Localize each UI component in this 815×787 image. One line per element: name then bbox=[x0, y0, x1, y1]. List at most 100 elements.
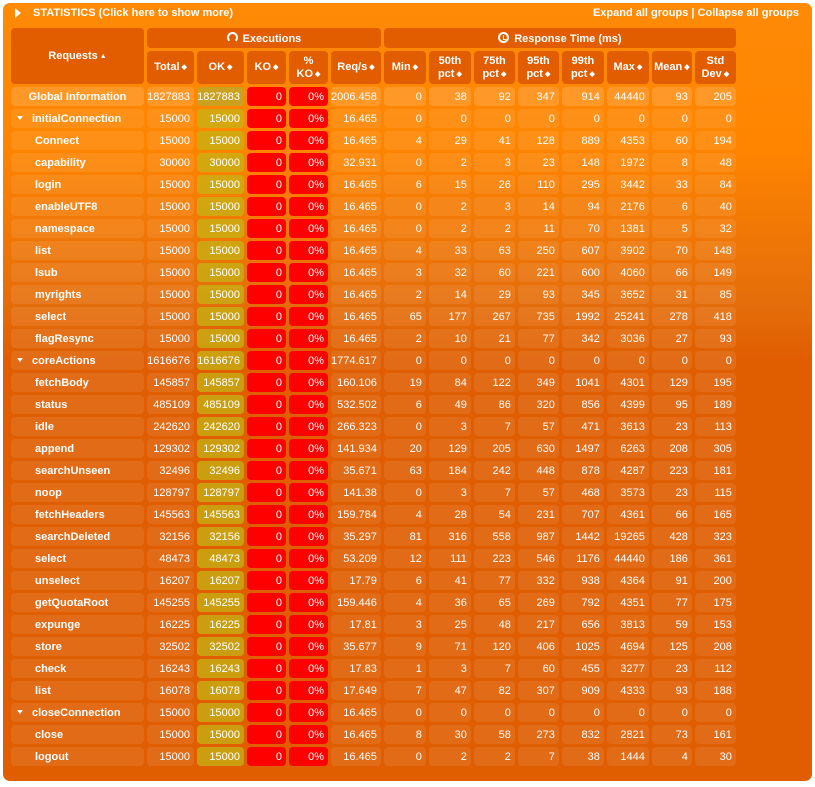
max-cell: 1972 bbox=[606, 153, 649, 172]
request-name-cell[interactable]: select bbox=[11, 307, 144, 326]
request-name-cell[interactable]: append bbox=[11, 439, 144, 458]
request-name-cell[interactable]: namespace bbox=[11, 219, 144, 238]
table-row[interactable]: select 48473 48473 0 0% 53.209 12 111 223 546 1176… bbox=[11, 549, 736, 568]
request-name-cell[interactable]: lsub bbox=[11, 263, 144, 282]
request-name-cell[interactable]: initialConnection bbox=[11, 109, 144, 128]
mean-cell: 5 bbox=[651, 219, 692, 238]
table-row[interactable]: noop 128797 128797 0 0% 141.38 0 3 7 57 468 3573 23 1… bbox=[11, 483, 736, 502]
table-row[interactable]: status 485109 485109 0 0% 532.502 6 49 86 320 856 4… bbox=[11, 395, 736, 414]
request-name-cell[interactable]: coreActions bbox=[11, 351, 144, 370]
collapse-all-groups-link[interactable]: Collapse all groups bbox=[698, 7, 799, 19]
request-name-cell[interactable]: expunge bbox=[11, 615, 144, 634]
request-name: Global Information bbox=[28, 90, 127, 103]
p50-cell: 3 bbox=[428, 659, 471, 678]
request-name-cell[interactable]: logout bbox=[11, 747, 144, 766]
ok-cell: 32496 bbox=[197, 461, 244, 480]
table-row[interactable]: expunge 16225 16225 0 0% 17.81 3 25 48 217 656 3813… bbox=[11, 615, 736, 634]
request-name-cell[interactable]: login bbox=[11, 175, 144, 194]
column-header-requests[interactable]: Requests ▲ bbox=[11, 28, 144, 84]
request-name-cell[interactable]: searchDeleted bbox=[11, 527, 144, 546]
p99-cell: 909 bbox=[561, 681, 604, 700]
request-name-cell[interactable]: closeConnection bbox=[11, 703, 144, 722]
table-row[interactable]: lsub 15000 15000 0 0% 16.465 3 32 60 221 600 4060 66… bbox=[11, 263, 736, 282]
table-row[interactable]: Connect 15000 15000 0 0% 16.465 4 29 41 128 889 435… bbox=[11, 131, 736, 150]
collapse-caret-icon[interactable] bbox=[17, 709, 23, 714]
table-row[interactable]: fetchBody 145857 145857 0 0% 160.106 19 84 122 34… bbox=[11, 373, 736, 392]
table-row[interactable]: fetchHeaders 145563 145563 0 0% 159.784 4 28 54 2… bbox=[11, 505, 736, 524]
collapse-caret-icon[interactable] bbox=[17, 357, 23, 362]
statistics-toggle[interactable]: STATISTICS (Click here to show more) bbox=[15, 7, 233, 19]
request-name-cell[interactable]: getQuotaRoot bbox=[11, 593, 144, 612]
table-row[interactable]: searchDeleted 32156 32156 0 0% 35.297 81 316 558… bbox=[11, 527, 736, 546]
table-row[interactable]: capability 30000 30000 0 0% 32.931 0 2 3 23 148 197… bbox=[11, 153, 736, 172]
column-header-reqs[interactable]: Req/s ◆ bbox=[331, 51, 381, 84]
request-name-cell[interactable]: list bbox=[11, 241, 144, 260]
table-row[interactable]: namespace 15000 15000 0 0% 16.465 0 2 2 11 70 1381 5… bbox=[11, 219, 736, 238]
table-row[interactable]: check 16243 16243 0 0% 17.83 1 3 7 60 455 3277 23 112 bbox=[11, 659, 736, 678]
table-row[interactable]: searchUnseen 32496 32496 0 0% 35.671 63 184 242 4… bbox=[11, 461, 736, 480]
table-row[interactable]: enableUTF8 15000 15000 0 0% 16.465 0 2 3 14 94 2176… bbox=[11, 197, 736, 216]
pct-ko-cell: 0% bbox=[289, 571, 328, 590]
column-header-total[interactable]: Total ◆ bbox=[147, 51, 194, 84]
request-name-cell[interactable]: searchUnseen bbox=[11, 461, 144, 480]
p50-cell: 177 bbox=[428, 307, 471, 326]
column-header-p99[interactable]: 99th pct ◆ bbox=[561, 51, 604, 84]
request-name-cell[interactable]: enableUTF8 bbox=[11, 197, 144, 216]
request-name-cell[interactable]: flagResync bbox=[11, 329, 144, 348]
table-row[interactable]: list 16078 16078 0 0% 17.649 7 47 82 307 909 4333 93… bbox=[11, 681, 736, 700]
std-cell: 93 bbox=[694, 329, 736, 348]
request-name-cell[interactable]: check bbox=[11, 659, 144, 678]
column-header-p75[interactable]: 75th pct ◆ bbox=[473, 51, 515, 84]
column-header-max[interactable]: Max ◆ bbox=[606, 51, 649, 84]
column-header-ok[interactable]: OK ◆ bbox=[197, 51, 244, 84]
column-header-std-dev[interactable]: Std Dev ◆ bbox=[694, 51, 736, 84]
request-name-cell[interactable]: myrights bbox=[11, 285, 144, 304]
table-row[interactable]: getQuotaRoot 145255 145255 0 0% 159.446 4 36 65 2… bbox=[11, 593, 736, 612]
request-name: idle bbox=[35, 420, 54, 433]
table-row[interactable]: select 15000 15000 0 0% 16.465 65 177 267 735 1992… bbox=[11, 307, 736, 326]
request-name-cell[interactable]: close bbox=[11, 725, 144, 744]
group-row[interactable]: closeConnection 15000 15000 0 0% 16.465 0 0 0 0 0 0… bbox=[11, 703, 736, 722]
table-row[interactable]: login 15000 15000 0 0% 16.465 6 15 26 110 295 3442 3… bbox=[11, 175, 736, 194]
table-row[interactable]: store 32502 32502 0 0% 35.677 9 71 120 406 1025 469… bbox=[11, 637, 736, 656]
table-row[interactable]: unselect 16207 16207 0 0% 17.79 6 41 77 332 938 436… bbox=[11, 571, 736, 590]
request-name-cell[interactable]: status bbox=[11, 395, 144, 414]
rps-cell: 17.649 bbox=[331, 681, 381, 700]
column-header-ko[interactable]: KO ◆ bbox=[247, 51, 286, 84]
pct-ko-cell: 0% bbox=[289, 637, 328, 656]
group-row[interactable]: coreActions 1616676 1616676 0 0% 1774.617 0 0 0 0… bbox=[11, 351, 736, 370]
request-name-cell[interactable]: noop bbox=[11, 483, 144, 502]
min-cell: 3 bbox=[383, 615, 426, 634]
p99-cell: 889 bbox=[561, 131, 604, 150]
table-row[interactable]: close 15000 15000 0 0% 16.465 8 30 58 273 832 2821 7… bbox=[11, 725, 736, 744]
table-row[interactable]: logout 15000 15000 0 0% 16.465 0 2 2 7 38 1444 4 30 bbox=[11, 747, 736, 766]
column-header-pct-ko[interactable]: % KO ◆ bbox=[289, 51, 328, 84]
sort-icon: ◆ bbox=[369, 64, 375, 71]
request-name-cell[interactable]: fetchBody bbox=[11, 373, 144, 392]
request-name-cell[interactable]: store bbox=[11, 637, 144, 656]
request-name-cell[interactable]: list bbox=[11, 681, 144, 700]
request-name-cell[interactable]: select bbox=[11, 549, 144, 568]
request-name-cell[interactable]: capability bbox=[11, 153, 144, 172]
request-name-cell[interactable]: idle bbox=[11, 417, 144, 436]
pct-ko-cell: 0% bbox=[289, 461, 328, 480]
table-row[interactable]: myrights 15000 15000 0 0% 16.465 2 14 29 93 345 365… bbox=[11, 285, 736, 304]
table-row[interactable]: idle 242620 242620 0 0% 266.323 0 3 7 57 471 3613 23… bbox=[11, 417, 736, 436]
column-header-p50[interactable]: 50th pct ◆ bbox=[428, 51, 471, 84]
request-name-cell[interactable]: Connect bbox=[11, 131, 144, 150]
table-row[interactable]: list 15000 15000 0 0% 16.465 4 33 63 250 607 3902 70… bbox=[11, 241, 736, 260]
table-row[interactable]: flagResync 15000 15000 0 0% 16.465 2 10 21 77 342 3… bbox=[11, 329, 736, 348]
table-row[interactable]: append 129302 129302 0 0% 141.934 20 129 205 630 1… bbox=[11, 439, 736, 458]
column-header-p95[interactable]: 95th pct ◆ bbox=[517, 51, 559, 84]
group-row[interactable]: initialConnection 15000 15000 0 0% 16.465 0 0 0 0… bbox=[11, 109, 736, 128]
p95-cell: 269 bbox=[517, 593, 559, 612]
ko-cell: 0 bbox=[247, 439, 286, 458]
request-name-cell[interactable]: unselect bbox=[11, 571, 144, 590]
mean-cell: 6 bbox=[651, 197, 692, 216]
std-cell: 323 bbox=[694, 527, 736, 546]
expand-all-groups-link[interactable]: Expand all groups bbox=[593, 7, 688, 19]
column-header-mean[interactable]: Mean ◆ bbox=[651, 51, 692, 84]
collapse-caret-icon[interactable] bbox=[17, 115, 23, 120]
column-header-min[interactable]: Min ◆ bbox=[383, 51, 426, 84]
request-name-cell[interactable]: fetchHeaders bbox=[11, 505, 144, 524]
